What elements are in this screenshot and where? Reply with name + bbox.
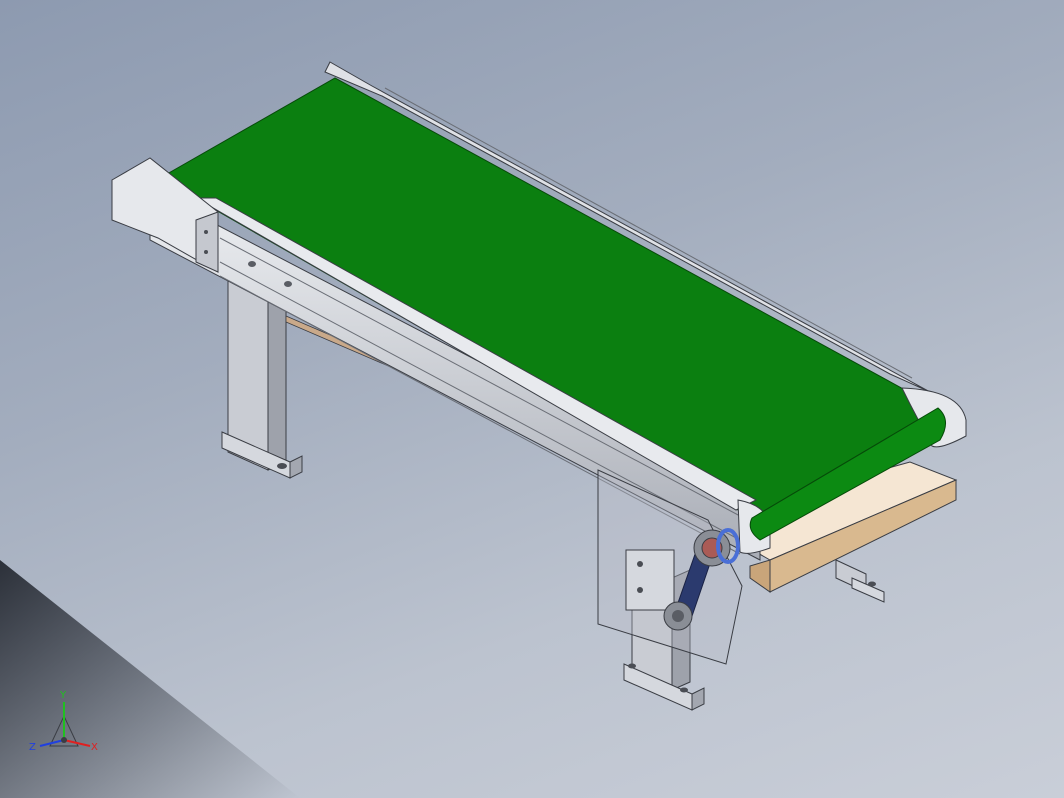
cad-graphics-viewport[interactable]: Y X Z <box>0 0 1064 798</box>
triad-y-label: Y <box>59 690 67 701</box>
triad-z-label: Z <box>29 742 36 753</box>
triad-x-label: X <box>91 742 98 753</box>
viewport-shadow <box>0 560 300 798</box>
right-rear-leg <box>835 559 885 603</box>
conveyor-model[interactable]: Y X Z <box>0 0 1064 798</box>
